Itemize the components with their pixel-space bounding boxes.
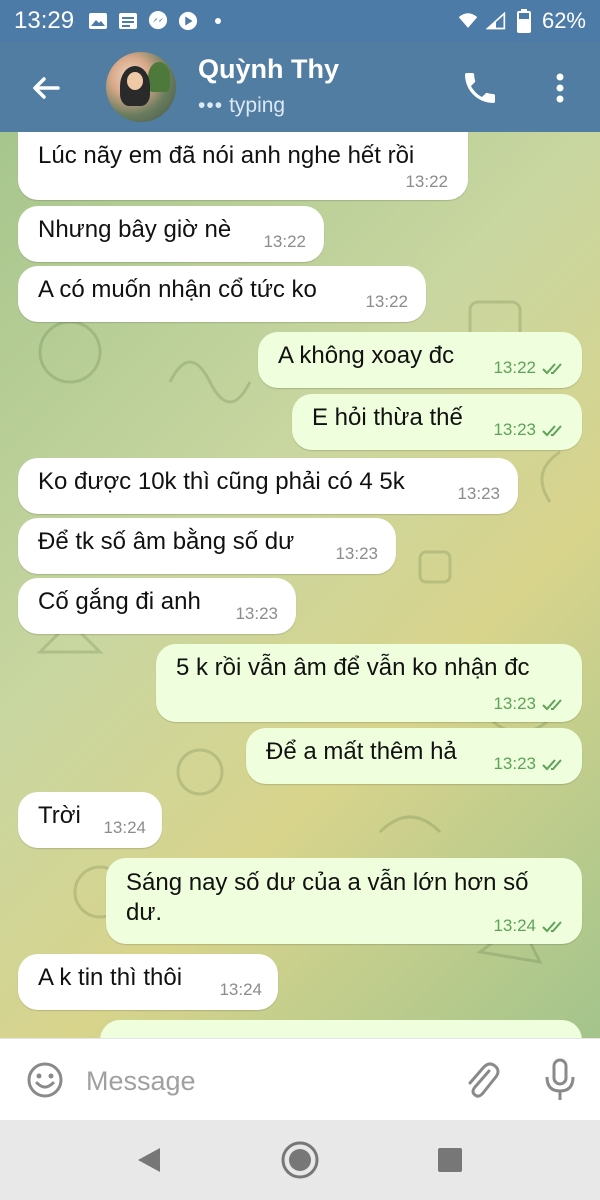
square-recents-icon xyxy=(438,1148,462,1172)
chat-area[interactable]: Lúc nãy em đã nói anh nghe hết rồi 13:22… xyxy=(0,132,600,1038)
notification-icons xyxy=(88,11,228,31)
read-checkmarks-icon xyxy=(542,698,562,710)
emoji-button[interactable] xyxy=(26,1061,64,1099)
message-bubble-outgoing[interactable]: E hỏi thừa thế 13:23 xyxy=(292,394,582,450)
message-time: 13:22 xyxy=(365,292,408,311)
status-time: 13:29 xyxy=(14,7,75,34)
microphone-button[interactable] xyxy=(542,1057,578,1103)
more-options-button[interactable] xyxy=(546,68,574,108)
message-text: Để tk số âm bằng số dư xyxy=(38,528,295,555)
message-time: 13:24 xyxy=(103,818,146,837)
message-bubble-incoming[interactable]: A k tin thì thôi 13:24 xyxy=(18,954,278,1010)
wifi-icon xyxy=(458,11,478,31)
message-text: A không xoay đc xyxy=(278,342,455,369)
message-composer xyxy=(0,1038,600,1120)
typing-label: typing xyxy=(229,94,286,117)
message-text: A có muốn nhận cổ tức ko xyxy=(38,276,317,303)
message-bubble-incoming[interactable]: Để tk số âm bằng số dư 13:23 xyxy=(18,518,396,574)
signal-icon xyxy=(485,11,506,31)
triangle-back-icon xyxy=(138,1148,160,1172)
message-bubble-incoming[interactable]: Nhưng bây giờ nè 13:22 xyxy=(18,206,324,262)
message-text: Sáng nay số dư của a vẫn lớn hơn số dư. xyxy=(126,869,529,926)
typing-dots: ••• xyxy=(198,94,224,117)
message-bubble-incoming[interactable]: Lúc nãy em đã nói anh nghe hết rồi 13:22 xyxy=(18,132,468,200)
message-text: Nhưng bây giờ nè xyxy=(38,216,232,243)
message-bubble-incoming[interactable]: A có muốn nhận cổ tức ko 13:22 xyxy=(18,266,426,322)
system-navigation-bar xyxy=(0,1120,600,1200)
nav-back-button[interactable] xyxy=(130,1140,170,1180)
message-text: Ko được 10k thì cũng phải có 4 5k xyxy=(38,468,405,495)
message-time: 13:24 xyxy=(219,980,262,999)
status-bar: 13:29 62% xyxy=(0,0,600,42)
message-time: 13:22 xyxy=(263,232,306,251)
message-time: 13:23 xyxy=(457,484,500,503)
message-time: 13:23 xyxy=(493,420,568,440)
message-text: Lúc nãy em đã nói anh nghe hết rồi xyxy=(38,142,415,169)
message-time: 13:23 xyxy=(335,544,378,563)
status-right: 62% xyxy=(458,8,586,34)
circle-home-icon xyxy=(281,1141,319,1179)
message-time: 13:23 xyxy=(493,694,568,714)
dot-icon xyxy=(208,11,228,31)
messenger-icon xyxy=(148,11,168,31)
smiley-icon xyxy=(27,1062,63,1098)
call-button[interactable] xyxy=(460,68,500,108)
kebab-menu-icon xyxy=(556,73,564,103)
message-bubble-outgoing[interactable]: Để a mất thêm hả 13:23 xyxy=(246,728,582,784)
message-time: 13:23 xyxy=(493,754,568,774)
arrow-left-icon xyxy=(33,77,60,99)
message-input[interactable] xyxy=(84,1061,428,1101)
read-checkmarks-icon xyxy=(542,362,562,374)
message-text: Cố gắng đi anh xyxy=(38,588,201,615)
message-time: 13:24 xyxy=(493,916,568,936)
message-time: 13:23 xyxy=(235,604,278,623)
message-bubble-outgoing[interactable]: Sáng nay số dư của a vẫn lớn hơn số dư. … xyxy=(106,858,582,944)
message-text: E hỏi thừa thế xyxy=(312,404,463,431)
message-bubble-incoming[interactable]: Cố gắng đi anh 13:23 xyxy=(18,578,296,634)
nav-home-button[interactable] xyxy=(280,1140,320,1180)
message-bubble-outgoing[interactable]: A không xoay đc 13:22 xyxy=(258,332,582,388)
attach-button[interactable] xyxy=(462,1059,500,1101)
contact-status: ••• typing xyxy=(198,94,285,118)
read-checkmarks-icon xyxy=(542,758,562,770)
message-text: Trời xyxy=(38,802,81,829)
contact-name[interactable]: Quỳnh Thy xyxy=(198,54,339,85)
message-time: 13:22 xyxy=(493,358,568,378)
battery-percent: 62% xyxy=(541,8,586,33)
phone-icon xyxy=(465,73,495,103)
read-checkmarks-icon xyxy=(542,920,562,932)
message-time: 13:22 xyxy=(405,172,448,191)
chat-header: Quỳnh Thy ••• typing xyxy=(0,42,600,132)
message-bubble-outgoing-partial[interactable] xyxy=(100,1020,582,1038)
paperclip-icon xyxy=(468,1062,500,1098)
read-checkmarks-icon xyxy=(542,424,562,436)
gallery-icon xyxy=(88,11,108,31)
message-text: A k tin thì thôi xyxy=(38,964,183,991)
message-bubble-incoming[interactable]: Trời 13:24 xyxy=(18,792,162,848)
message-text: Để a mất thêm hả xyxy=(266,738,457,765)
contact-avatar[interactable] xyxy=(106,52,176,122)
message-bubble-outgoing[interactable]: 5 k rồi vẫn âm để vẫn ko nhận đc 13:23 xyxy=(156,644,582,722)
nav-recents-button[interactable] xyxy=(430,1140,470,1180)
message-text: 5 k rồi vẫn âm để vẫn ko nhận đc xyxy=(176,654,530,681)
battery-icon xyxy=(514,9,534,33)
back-button[interactable] xyxy=(26,68,66,108)
microphone-icon xyxy=(545,1058,575,1100)
youtube-icon xyxy=(178,11,198,31)
message-icon xyxy=(118,11,138,31)
message-bubble-incoming[interactable]: Ko được 10k thì cũng phải có 4 5k 13:23 xyxy=(18,458,518,514)
